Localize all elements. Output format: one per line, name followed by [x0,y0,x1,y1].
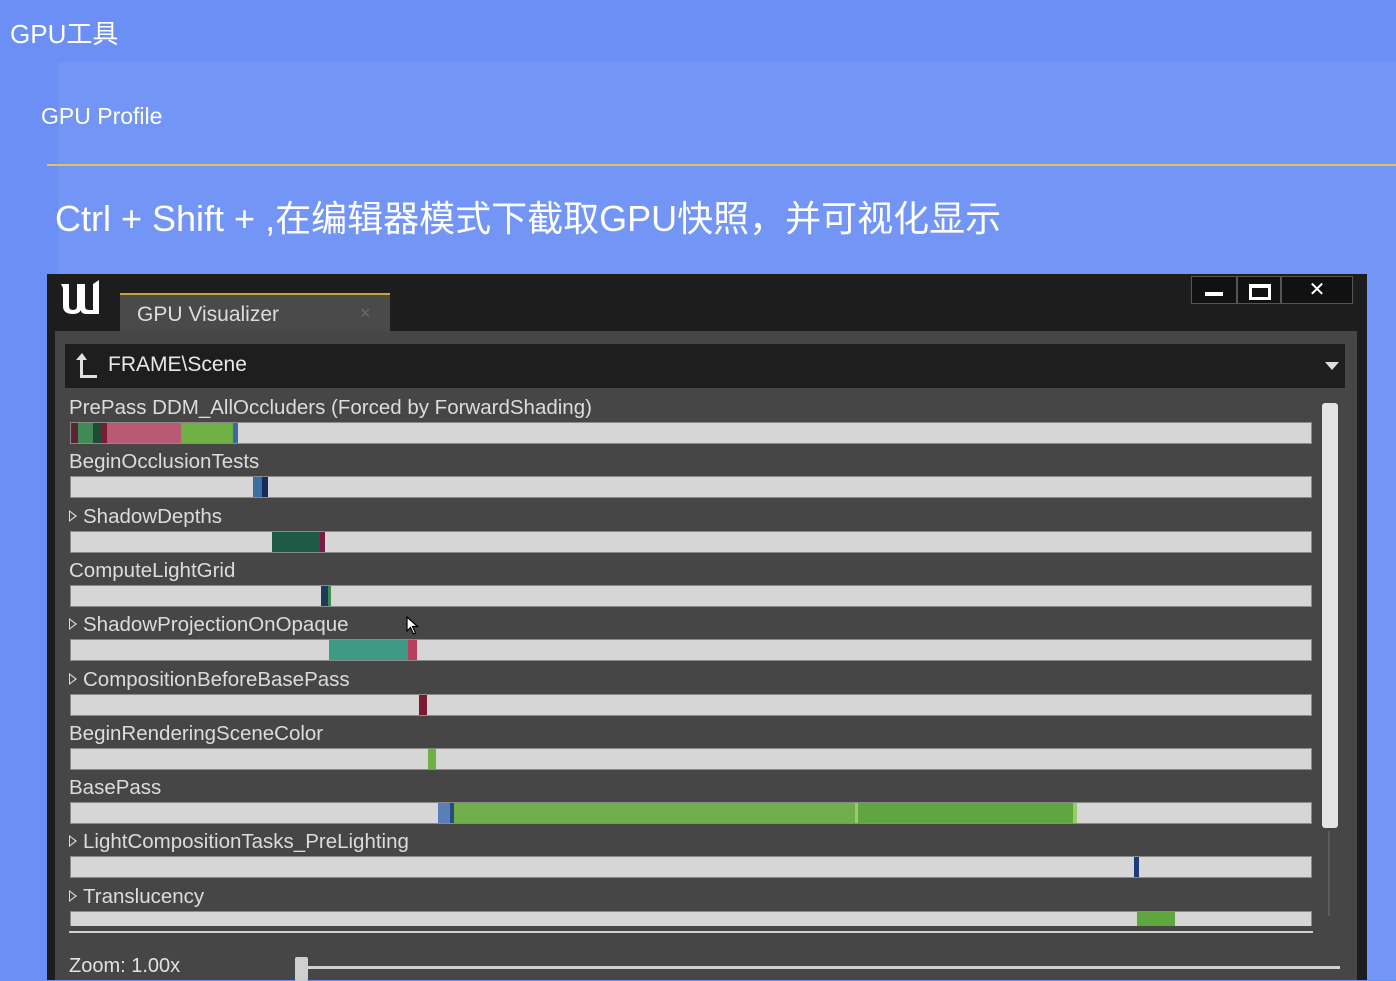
timing-segment[interactable] [419,694,427,715]
row-label-text: PrePass DDM_AllOccluders (Forced by Forw… [69,396,592,419]
timing-row: BeginRenderingSceneColor [55,717,1325,771]
timing-bar[interactable] [70,476,1312,499]
timing-bar[interactable] [70,856,1312,879]
row-label[interactable]: Translucency [69,885,204,909]
timing-segment[interactable] [1133,857,1139,878]
timing-segment[interactable] [438,803,451,824]
tab-label: GPU Visualizer [137,303,279,326]
expand-triangle-icon[interactable] [69,835,77,848]
timing-bar[interactable] [70,747,1312,770]
row-label: ComputeLightGrid [69,559,235,583]
timing-segment[interactable] [328,640,409,661]
headline-text: Ctrl + Shift + ,在编辑器模式下截取GPU快照，并可视化显示 [55,198,1002,239]
title-divider [47,164,1396,166]
unreal-logo-icon [55,276,101,318]
timing-bar[interactable] [70,693,1312,716]
timing-row[interactable]: LightCompositionTasks_PreLighting [55,825,1325,879]
expand-triangle-icon[interactable] [69,672,77,685]
timing-row: ComputeLightGrid [55,554,1325,608]
row-label-text: ComputeLightGrid [69,558,236,582]
expand-triangle-icon[interactable] [69,509,77,522]
timing-segment[interactable] [271,531,321,552]
gpu-visualizer-window: GPU Visualizer × ✕ FRAME\Scene PrePass D… [47,274,1367,981]
timing-segment[interactable] [327,585,332,606]
timing-row[interactable]: CompositionBeforeBasePass [55,663,1325,717]
row-label: BeginOcclusionTests [69,450,259,474]
row-label-text: BasePass [69,776,162,800]
timing-segment[interactable] [428,748,436,769]
timing-bar[interactable] [70,639,1312,662]
row-label-text: LightCompositionTasks_PreLighting [83,830,409,854]
timing-segment[interactable] [1137,911,1175,926]
timing-row[interactable]: Translucency [55,880,1325,926]
timing-bar[interactable] [70,910,1312,926]
row-label-text: BeginOcclusionTests [69,450,260,474]
timing-bar[interactable] [70,584,1312,607]
tab-gpu-visualizer[interactable]: GPU Visualizer × [120,293,390,333]
timing-segment[interactable] [93,423,101,443]
timing-row: BeginOcclusionTests [55,445,1325,499]
breadcrumb-path: FRAME\Scene [108,353,247,376]
row-label-text: Translucency [83,884,205,908]
timing-segment[interactable] [78,423,94,443]
timing-segment[interactable] [233,423,239,443]
timing-segment[interactable] [1072,803,1077,824]
zoom-slider-track[interactable] [300,966,1340,969]
timing-segment[interactable] [181,423,234,443]
expand-triangle-icon[interactable] [69,618,77,631]
timing-bar[interactable] [70,422,1312,444]
timeline-bottom-rule [69,931,1313,933]
page-title: GPU工具 [10,19,119,49]
row-label[interactable]: LightCompositionTasks_PreLighting [69,830,409,854]
timing-segment[interactable] [261,477,269,498]
scrollbar-thumb[interactable] [1322,403,1338,828]
close-button[interactable]: ✕ [1281,276,1353,304]
expand-triangle-icon[interactable] [69,889,77,902]
timing-segment[interactable] [858,803,1073,824]
timing-row[interactable]: ShadowProjectionOnOpaque [55,608,1325,662]
timing-segment[interactable] [71,423,79,443]
row-label-text: ShadowDepths [83,504,223,528]
row-label[interactable]: CompositionBeforeBasePass [69,668,350,692]
timing-segment[interactable] [408,640,417,661]
minimize-button[interactable] [1191,276,1237,304]
row-label-text: CompositionBeforeBasePass [83,667,350,691]
mouse-cursor-icon [406,616,420,635]
row-label: BasePass [69,776,161,800]
row-label-text: ShadowProjectionOnOpaque [83,613,349,637]
row-label[interactable]: ShadowProjectionOnOpaque [69,613,349,637]
timing-row: PrePass DDM_AllOccluders (Forced by Forw… [55,391,1325,445]
scrollbar-extension [1328,831,1330,916]
row-label: BeginRenderingSceneColor [69,722,323,746]
breadcrumb[interactable]: FRAME\Scene [65,344,1345,388]
close-icon: ✕ [1308,279,1326,301]
visualizer-panel: FRAME\Scene PrePass DDM_AllOccluders (Fo… [55,331,1357,981]
maximize-button[interactable] [1237,276,1281,304]
timing-bar[interactable] [70,530,1312,553]
timing-bar[interactable] [70,802,1312,825]
dropdown-arrow-icon[interactable] [1325,362,1339,370]
row-label[interactable]: ShadowDepths [69,505,222,529]
timing-segment[interactable] [320,531,326,552]
tab-close-icon[interactable]: × [360,303,371,324]
timing-row: BasePass [55,771,1325,825]
section-subtitle: GPU Profile [41,103,163,129]
timing-segment[interactable] [253,477,262,498]
up-arrow-icon[interactable] [73,350,99,382]
row-label-text: BeginRenderingSceneColor [69,721,324,745]
timing-row[interactable]: ShadowDepths [55,500,1325,554]
zoom-label: Zoom: 1.00x [69,955,181,977]
timing-segment[interactable] [454,803,855,824]
row-label: PrePass DDM_AllOccluders (Forced by Forw… [69,396,592,420]
timing-rows: PrePass DDM_AllOccluders (Forced by Forw… [55,391,1325,926]
timing-segment[interactable] [106,423,182,443]
zoom-slider-handle[interactable] [295,957,308,981]
